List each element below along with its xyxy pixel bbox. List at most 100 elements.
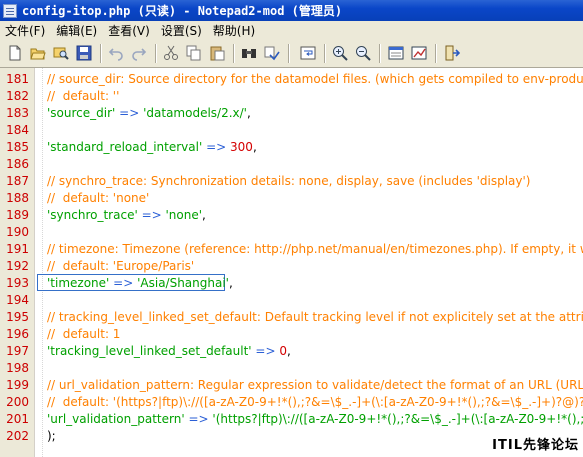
exit-icon[interactable]	[444, 45, 460, 61]
code-token: 'datamodels/2.x/'	[143, 106, 247, 120]
line-number: 183	[6, 106, 29, 120]
code-token: 'tracking_level_linked_set_default'	[47, 344, 252, 358]
line-number: 190	[6, 225, 29, 239]
zoom-out-icon[interactable]	[355, 45, 371, 61]
word-wrap-icon[interactable]	[300, 45, 316, 61]
code-line[interactable]: // default: ''	[47, 88, 583, 105]
code-token: // url_validation_pattern: Regular expre…	[47, 378, 583, 392]
code-token: =>	[184, 412, 213, 426]
code-token: ,	[228, 276, 233, 290]
code-token: ,	[202, 208, 206, 222]
code-line[interactable]: // default: 'Europe/Paris'	[47, 258, 583, 275]
code-line[interactable]: // timezone: Timezone (reference: http:/…	[47, 241, 583, 258]
code-token: 'none'	[165, 208, 203, 222]
title-bar: config-itop.php (只读) - Notepad2-mod (管理员…	[0, 0, 583, 21]
undo-icon[interactable]	[108, 45, 124, 61]
fold-margin	[36, 68, 43, 457]
code-token: 'synchro_trace'	[47, 208, 138, 222]
line-number: 197	[6, 344, 29, 358]
code-line[interactable]: 'url_validation_pattern' => '(https?|ftp…	[47, 411, 583, 428]
redo-icon[interactable]	[131, 45, 147, 61]
line-number: 199	[6, 378, 29, 392]
code-token: // default: 'none'	[47, 191, 150, 205]
code-token: // timezone: Timezone (reference: http:/…	[47, 242, 583, 256]
code-line[interactable]: // url_validation_pattern: Regular expre…	[47, 377, 583, 394]
code-line[interactable]: // default: 'none'	[47, 190, 583, 207]
line-number: 191	[6, 242, 29, 256]
copy-icon[interactable]	[186, 45, 202, 61]
notepad-app-icon	[3, 3, 17, 18]
code-token: =>	[109, 276, 138, 290]
line-number: 181	[6, 72, 29, 86]
line-number: 186	[6, 157, 29, 171]
menu-edit[interactable]: 编辑(E)	[51, 22, 103, 39]
save-icon[interactable]	[76, 45, 92, 61]
code-token: 300	[230, 140, 253, 154]
line-number: 198	[6, 361, 29, 375]
code-line[interactable]: // default: '(https?|ftp)\://([a-zA-Z0-9…	[47, 394, 583, 411]
code-line[interactable]: // default: 1	[47, 326, 583, 343]
code-token: =>	[251, 344, 280, 358]
window-title: config-itop.php (只读) - Notepad2-mod (管理员…	[22, 4, 343, 18]
find-icon[interactable]	[241, 45, 257, 61]
line-number: 192	[6, 259, 29, 273]
line-number: 195	[6, 310, 29, 324]
code-token: // default: '(https?|ftp)\://([a-zA-Z0-9…	[47, 395, 583, 409]
code-token: 'url_validation_pattern'	[47, 412, 185, 426]
code-token: =>	[115, 106, 144, 120]
watermark: ITIL先锋论坛	[492, 438, 579, 453]
code-line[interactable]: // tracking_level_linked_set_default: De…	[47, 309, 583, 326]
code-line[interactable]: 'tracking_level_linked_set_default' => 0…	[47, 343, 583, 360]
line-number: 194	[6, 293, 29, 307]
menu-view[interactable]: 查看(V)	[103, 22, 156, 39]
browse-icon[interactable]	[53, 45, 69, 61]
line-number: 201	[6, 412, 29, 426]
code-line[interactable]: 'standard_reload_interval' => 300,	[47, 139, 583, 156]
code-token: =>	[137, 208, 166, 222]
code-token: 'timezone'	[47, 276, 110, 290]
code-token: 'standard_reload_interval'	[47, 140, 203, 154]
customize-icon[interactable]	[411, 45, 427, 61]
line-number: 196	[6, 327, 29, 341]
code-token: // default: ''	[47, 89, 120, 103]
code-token: );	[47, 429, 56, 443]
code-line[interactable]: // source_dir: Source directory for the …	[47, 71, 583, 88]
new-icon[interactable]	[7, 45, 23, 61]
code-line[interactable]: // synchro_trace: Synchronization detail…	[47, 173, 583, 190]
line-number: 187	[6, 174, 29, 188]
menu-bar: 文件(F) 编辑(E) 查看(V) 设置(S) 帮助(H)	[0, 21, 583, 40]
code-token: 'source_dir'	[47, 106, 116, 120]
code-token: // tracking_level_linked_set_default: De…	[47, 310, 583, 324]
paste-icon[interactable]	[209, 45, 225, 61]
menu-settings[interactable]: 设置(S)	[156, 22, 208, 39]
line-number: 182	[6, 89, 29, 103]
line-number: 184	[6, 123, 29, 137]
code-token: ,	[286, 344, 291, 358]
code-token: ,	[252, 140, 257, 154]
code-line[interactable]: 'synchro_trace' => 'none',	[47, 207, 583, 224]
scheme-icon[interactable]	[388, 45, 404, 61]
code-token: ,	[246, 106, 251, 120]
code-token: '(https?|ftp)\://([a-zA-Z0-9+!*(),;?&=\$…	[212, 412, 583, 426]
editor-area[interactable]: 181 182 183 184 185 186 187 188 189 190 …	[0, 68, 583, 457]
open-icon[interactable]	[30, 45, 46, 61]
replace-icon[interactable]	[264, 45, 280, 61]
code-token: 0	[279, 344, 287, 358]
code-token: // source_dir: Source directory for the …	[47, 72, 583, 86]
code-line[interactable]: 'timezone' => 'Asia/Shanghai',	[47, 275, 583, 292]
line-number: 200	[6, 395, 29, 409]
zoom-in-icon[interactable]	[332, 45, 348, 61]
toolbar	[0, 40, 583, 68]
cut-icon[interactable]	[163, 45, 179, 61]
line-number: 188	[6, 191, 29, 205]
line-number: 202	[6, 429, 29, 443]
line-number: 185	[6, 140, 29, 154]
menu-file[interactable]: 文件(F)	[0, 22, 51, 39]
code-line[interactable]: 'source_dir' => 'datamodels/2.x/',	[47, 105, 583, 122]
code-token: // default: 'Europe/Paris'	[47, 259, 195, 273]
line-number: 189	[6, 208, 29, 222]
menu-help[interactable]: 帮助(H)	[208, 22, 261, 39]
code-token: 'Asia/Shanghai'	[137, 276, 229, 290]
code-token: // default: 1	[47, 327, 121, 341]
line-number-gutter: 181 182 183 184 185 186 187 188 189 190 …	[0, 68, 35, 457]
